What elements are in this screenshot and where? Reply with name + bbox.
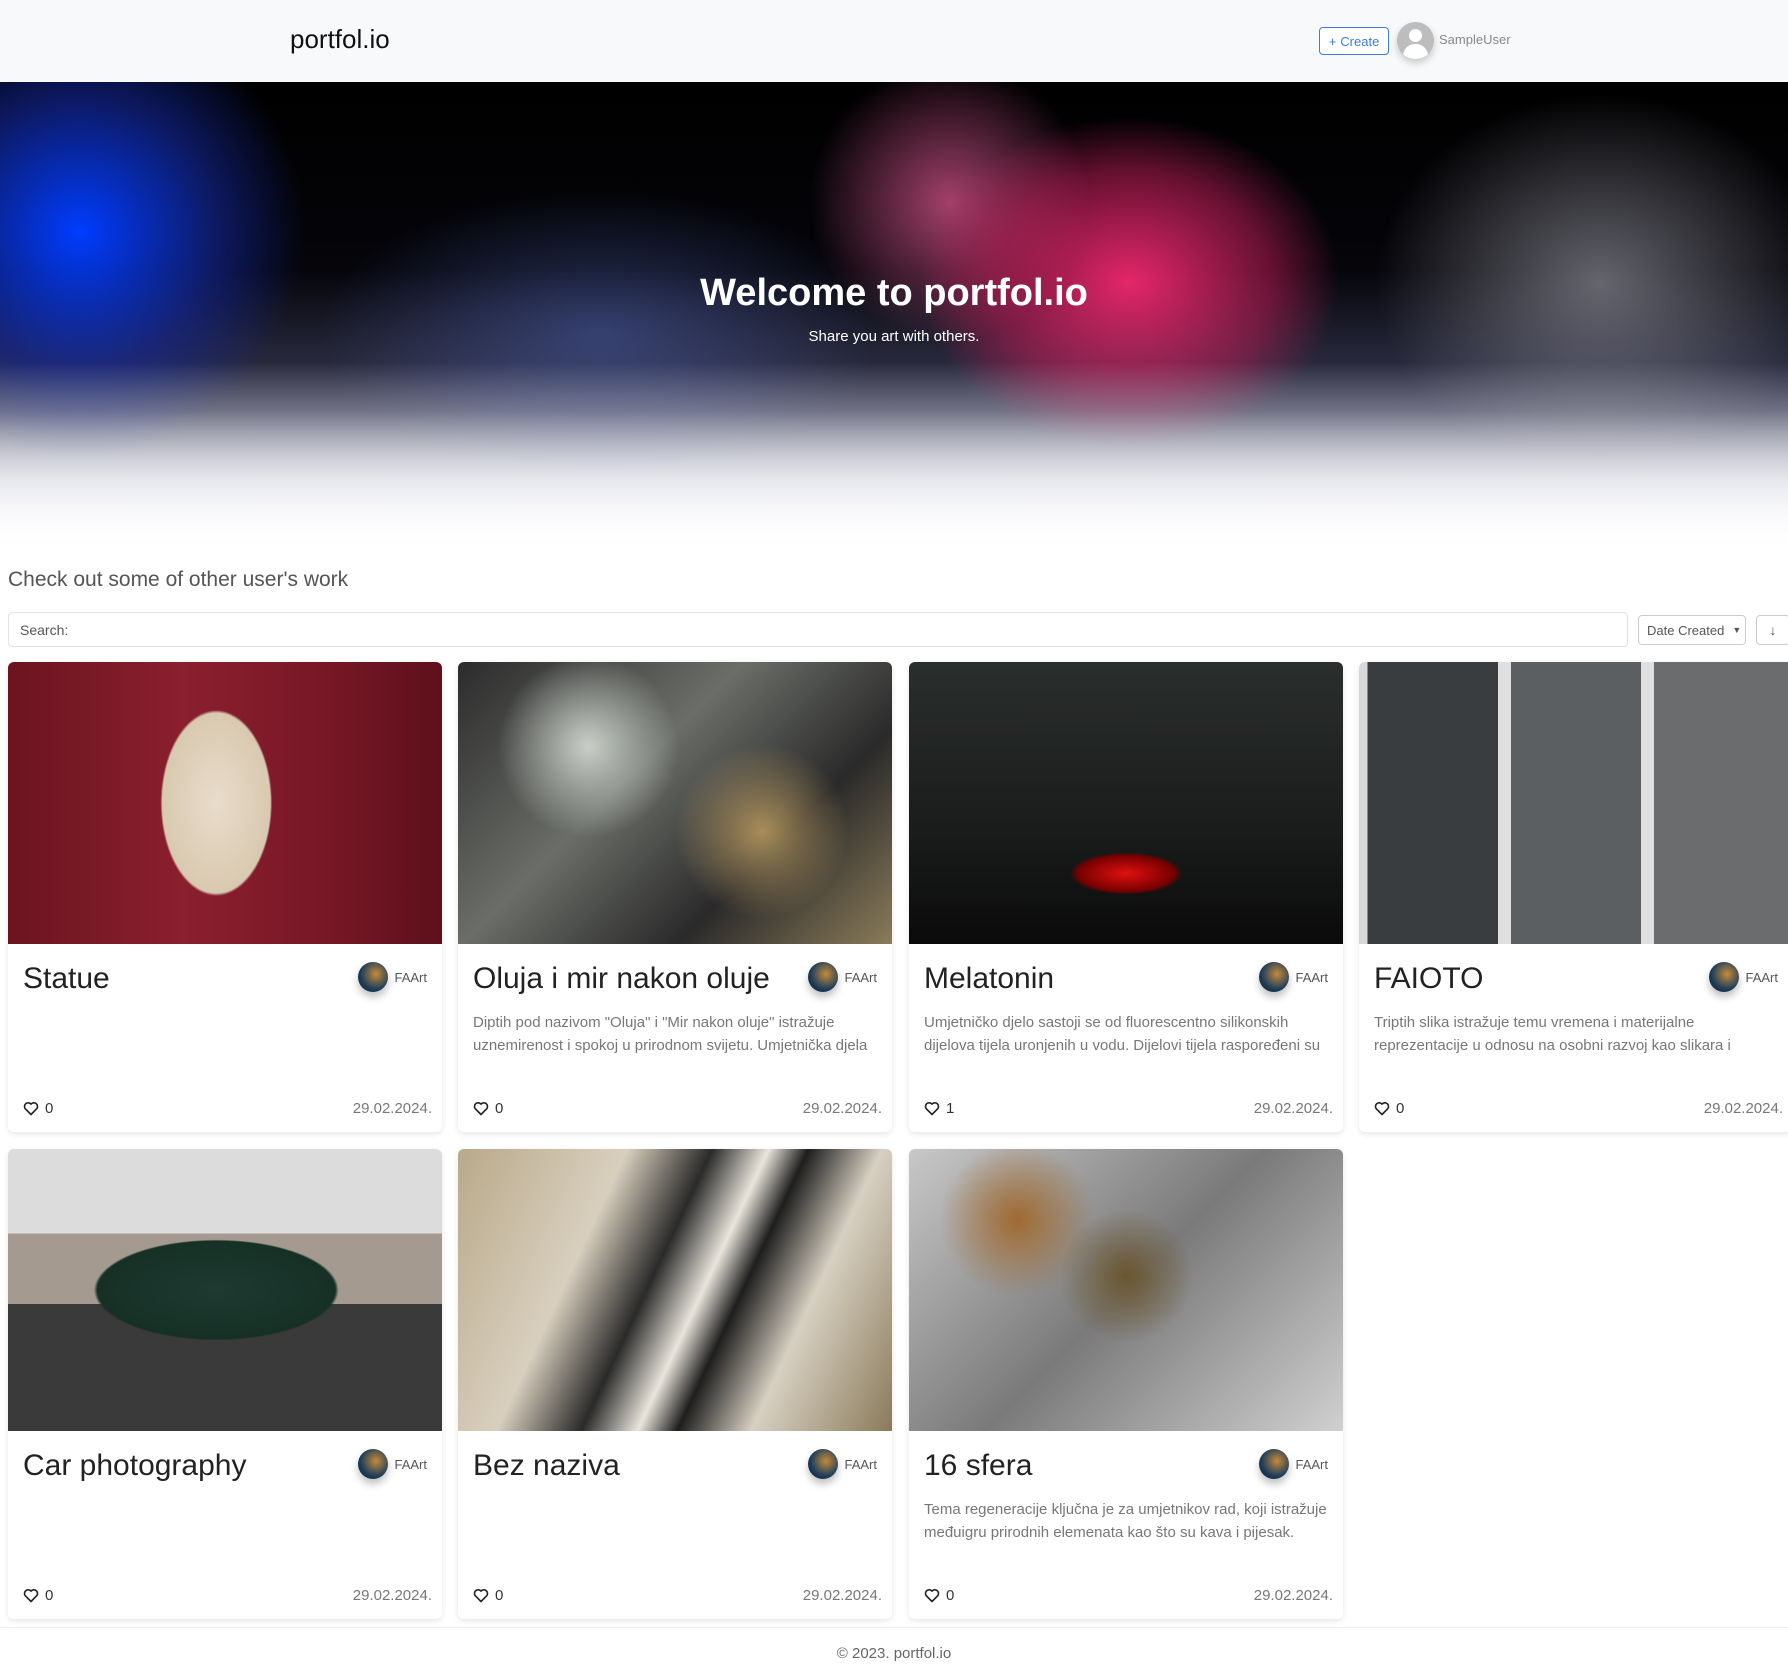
create-button[interactable]: + Create (1319, 27, 1389, 55)
artwork-date: 29.02.2024. (352, 1100, 432, 1117)
author-avatar (358, 962, 389, 992)
artwork-title[interactable]: Melatonin (924, 962, 1054, 996)
heart-icon (924, 1102, 940, 1116)
sort-selected: Date Created (1647, 622, 1725, 638)
author[interactable]: FAArt (808, 962, 877, 992)
author[interactable]: FAArt (1259, 1449, 1328, 1479)
arrow-down-icon: ↓ (1769, 622, 1777, 638)
like-button[interactable]: 0 (23, 1100, 53, 1117)
artwork-description: Triptih slika istražuje temu vremena i m… (1374, 1014, 1731, 1054)
user-avatar[interactable] (1397, 22, 1434, 59)
author-avatar (808, 962, 839, 992)
artwork-image[interactable] (458, 662, 892, 944)
create-label: Create (1340, 33, 1380, 49)
artwork-card[interactable]: FAIOTO FAArt Triptih slika istražuje tem… (1359, 662, 1788, 1132)
author[interactable]: FAArt (1259, 962, 1328, 992)
author-name: FAArt (1295, 1456, 1328, 1472)
artwork-image[interactable] (1359, 662, 1788, 944)
author-avatar (1259, 1449, 1290, 1479)
artwork-date: 29.02.2024. (802, 1587, 882, 1604)
navbar: portfol.io + Create SampleUser (0, 0, 1788, 82)
like-button[interactable]: 0 (473, 1587, 503, 1604)
artwork-image[interactable] (458, 1149, 892, 1431)
author-name: FAArt (1745, 969, 1778, 985)
footer: © 2023. portfol.io (0, 1627, 1788, 1680)
author-avatar (358, 1449, 389, 1479)
heart-icon (924, 1589, 940, 1603)
artwork-card[interactable]: Car photography FAArt 0 29.02.2024. (8, 1149, 442, 1619)
heart-icon (23, 1102, 39, 1116)
artwork-card[interactable]: Melatonin FAArt Umjetničko djelo sastoji… (909, 662, 1343, 1132)
search-label: Search: (20, 621, 69, 638)
hero-subtitle: Share you art with others. (808, 328, 980, 345)
like-button[interactable]: 0 (924, 1587, 954, 1604)
artwork-card[interactable]: 16 sfera FAArt Tema regeneracije ključna… (909, 1149, 1343, 1619)
artwork-description (473, 1498, 877, 1544)
hero-title: Welcome to portfol.io (700, 272, 1088, 314)
artwork-date: 29.02.2024. (802, 1100, 882, 1117)
artwork-image[interactable] (8, 1149, 442, 1431)
artwork-date: 29.02.2024. (352, 1587, 432, 1604)
artwork-title[interactable]: Statue (23, 962, 110, 996)
like-button[interactable]: 1 (924, 1100, 954, 1117)
author[interactable]: FAArt (808, 1449, 877, 1479)
artwork-date: 29.02.2024. (1253, 1587, 1333, 1604)
author-avatar (1259, 962, 1290, 992)
author[interactable]: FAArt (358, 962, 427, 992)
heart-icon (473, 1102, 489, 1116)
heart-icon (23, 1589, 39, 1603)
like-count: 0 (495, 1587, 504, 1604)
like-count: 0 (45, 1100, 54, 1117)
artwork-card[interactable]: Oluja i mir nakon oluje FAArt Diptih pod… (458, 662, 892, 1132)
caret-down-icon: ▼ (1732, 625, 1742, 635)
author-name: FAArt (394, 1456, 427, 1472)
like-count: 1 (946, 1100, 955, 1117)
heart-icon (473, 1589, 489, 1603)
author-avatar (1709, 962, 1740, 992)
like-count: 0 (495, 1100, 504, 1117)
author[interactable]: FAArt (358, 1449, 427, 1479)
heart-icon (1374, 1102, 1390, 1116)
author-name: FAArt (1295, 969, 1328, 985)
search-input[interactable]: Search: (8, 612, 1628, 647)
author-avatar (808, 1449, 839, 1479)
artwork-date: 29.02.2024. (1703, 1100, 1783, 1117)
author[interactable]: FAArt (1709, 962, 1778, 992)
artwork-image[interactable] (909, 662, 1343, 944)
author-name: FAArt (844, 1456, 877, 1472)
artwork-image[interactable] (8, 662, 442, 944)
plus-icon: + (1328, 33, 1337, 49)
like-count: 0 (45, 1587, 54, 1604)
artwork-description: Tema regeneracije ključna je za umjetnik… (924, 1501, 1327, 1541)
like-count: 0 (1396, 1100, 1405, 1117)
like-button[interactable]: 0 (473, 1100, 503, 1117)
artwork-card[interactable]: Statue FAArt 0 29.02.2024. (8, 662, 442, 1132)
artwork-image[interactable] (909, 1149, 1343, 1431)
artwork-title[interactable]: 16 sfera (924, 1449, 1032, 1483)
like-button[interactable]: 0 (1374, 1100, 1404, 1117)
artwork-description (23, 1011, 427, 1057)
author-name: FAArt (844, 969, 877, 985)
section-title: Check out some of other user's work (8, 568, 349, 591)
artwork-title[interactable]: FAIOTO (1374, 962, 1483, 996)
artwork-description: Umjetničko djelo sastoji se od fluoresce… (924, 1014, 1321, 1054)
artwork-description: Diptih pod nazivom "Oluja" i "Mir nakon … (473, 1014, 868, 1054)
artwork-description (23, 1498, 427, 1544)
artwork-date: 29.02.2024. (1253, 1100, 1333, 1117)
artwork-title[interactable]: Bez naziva (473, 1449, 620, 1483)
like-button[interactable]: 0 (23, 1587, 53, 1604)
like-count: 0 (946, 1587, 955, 1604)
sort-dropdown[interactable]: Date Created ▼ (1638, 615, 1746, 645)
artwork-title[interactable]: Car photography (23, 1449, 246, 1483)
hero-banner: Welcome to portfol.io Share you art with… (0, 82, 1788, 552)
logo[interactable]: portfol.io (290, 24, 390, 55)
username[interactable]: SampleUser (1439, 32, 1511, 47)
author-name: FAArt (394, 969, 427, 985)
artwork-title[interactable]: Oluja i mir nakon oluje (473, 962, 770, 996)
sort-direction-button[interactable]: ↓ (1756, 615, 1788, 645)
artwork-card[interactable]: Bez naziva FAArt 0 29.02.2024. (458, 1149, 892, 1619)
